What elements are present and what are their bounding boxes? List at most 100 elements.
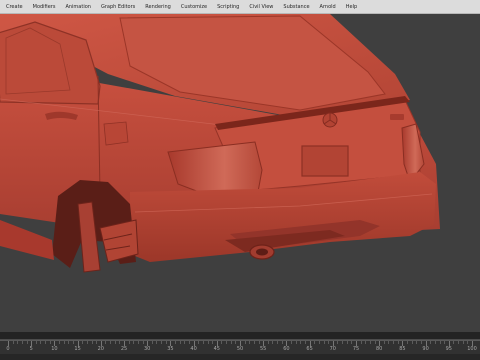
frame-minor-tick	[235, 341, 237, 344]
frame-label: 70	[329, 346, 336, 352]
frame-label: 30	[144, 346, 151, 352]
frame-minor-tick	[12, 341, 14, 344]
frame-minor-tick	[430, 341, 432, 344]
frame-minor-tick	[300, 341, 302, 344]
frame-minor-tick	[110, 341, 112, 344]
frame-minor-tick	[72, 341, 74, 344]
frame-minor-tick	[142, 341, 144, 344]
frame-minor-tick	[444, 341, 446, 344]
frame-minor-tick	[21, 341, 23, 344]
frame-minor-tick	[230, 341, 232, 344]
frame-label: 75	[352, 346, 360, 352]
menu-arnold[interactable]: Arnold	[315, 0, 341, 14]
frame-minor-tick	[63, 341, 65, 344]
frame-minor-tick	[45, 341, 47, 344]
frame-minor-tick	[86, 341, 88, 344]
frame-minor-tick	[360, 341, 362, 344]
menu-modifiers[interactable]: Modifiers	[28, 0, 61, 14]
frame-ruler[interactable]: 0 5 10 15 20 25 30 35 40 45 50 55 60 65 70 75 80 85 90 95 10…	[0, 340, 480, 355]
suspension-hub	[99, 219, 139, 263]
menu-scripting[interactable]: Scripting	[212, 0, 244, 14]
menu-animation[interactable]: Animation	[60, 0, 96, 14]
frame-minor-tick	[59, 341, 61, 344]
frame-minor-tick	[420, 341, 422, 344]
status-bar	[0, 354, 480, 360]
frame-minor-tick	[314, 341, 316, 344]
frame-minor-tick	[374, 341, 376, 344]
frame-minor-tick	[128, 341, 130, 344]
model-badge	[390, 114, 404, 120]
menu-create[interactable]: Create	[1, 0, 28, 14]
frame-minor-tick	[291, 341, 293, 344]
frame-minor-tick	[133, 341, 135, 344]
frame-minor-tick	[105, 341, 107, 344]
frame-minor-tick	[323, 341, 325, 344]
menu-substance[interactable]: Substance	[278, 0, 314, 14]
frame-minor-tick	[137, 341, 139, 344]
frame-minor-tick	[397, 341, 399, 344]
frame-label: 0	[6, 346, 10, 352]
frame-minor-tick	[26, 341, 28, 344]
frame-minor-tick	[156, 341, 158, 344]
frame-minor-tick	[96, 341, 98, 344]
frame-minor-tick	[351, 341, 353, 344]
frame-minor-tick	[467, 341, 469, 344]
frame-minor-tick	[82, 341, 84, 344]
frame-minor-tick	[365, 341, 367, 344]
frame-label: 5	[29, 346, 33, 352]
frame-minor-tick	[165, 341, 167, 344]
frame-minor-tick	[161, 341, 163, 344]
frame-label: 60	[283, 346, 290, 352]
frame-minor-tick	[212, 341, 214, 344]
frame-label: 40	[190, 346, 197, 352]
frame-label: 45	[213, 346, 220, 352]
frame-minor-tick	[272, 341, 274, 344]
frame-minor-tick	[411, 341, 413, 344]
frame-minor-tick	[17, 341, 19, 344]
frame-minor-tick	[383, 341, 385, 344]
menu-customize[interactable]: Customize	[176, 0, 212, 14]
frame-minor-tick	[188, 341, 190, 344]
frame-label: 80	[376, 346, 383, 352]
time-slider[interactable]	[0, 332, 480, 340]
license-plate-recess	[301, 145, 349, 177]
menu-civil-view[interactable]: Civil View	[244, 0, 278, 14]
fuel-cap	[103, 121, 129, 146]
frame-minor-tick	[369, 341, 371, 344]
menu-rendering[interactable]: Rendering	[140, 0, 176, 14]
frame-minor-tick	[91, 341, 93, 344]
frame-label: 85	[399, 346, 406, 352]
menu-graph-editors[interactable]: Graph Editors	[96, 0, 140, 14]
exhaust-hole	[256, 248, 268, 256]
frame-minor-tick	[151, 341, 153, 344]
frame-minor-tick	[249, 341, 251, 344]
frame-minor-tick	[462, 341, 464, 344]
frame-minor-tick	[407, 341, 409, 344]
frame-minor-tick	[114, 341, 116, 344]
frame-minor-tick	[202, 341, 204, 344]
frame-minor-tick	[346, 341, 348, 344]
frame-minor-tick	[244, 341, 246, 344]
frame-minor-tick	[253, 341, 255, 344]
frame-minor-tick	[439, 341, 441, 344]
frame-minor-tick	[453, 341, 455, 344]
frame-minor-tick	[267, 341, 269, 344]
frame-minor-tick	[388, 341, 390, 344]
timeline-panel: 0 5 10 15 20 25 30 35 40 45 50 55 60 65 70 75 80 85 90 95 10…	[0, 332, 480, 360]
main-menubar: Create Modifiers Animation Graph Editors Ren…	[0, 0, 480, 14]
frame-minor-tick	[416, 341, 418, 344]
frame-minor-tick	[458, 341, 460, 344]
frame-minor-tick	[35, 341, 37, 344]
frame-minor-tick	[40, 341, 42, 344]
perspective-viewport[interactable]	[0, 14, 480, 332]
frame-minor-tick	[295, 341, 297, 344]
frame-minor-tick	[328, 341, 330, 344]
frame-minor-tick	[337, 341, 339, 344]
frame-label: 55	[260, 346, 267, 352]
menu-help[interactable]: Help	[341, 0, 362, 14]
frame-label: 50	[236, 346, 244, 352]
frame-minor-tick	[304, 341, 306, 344]
frame-minor-tick	[277, 341, 279, 344]
frame-minor-tick	[342, 341, 344, 344]
frame-label: 65	[306, 346, 313, 352]
